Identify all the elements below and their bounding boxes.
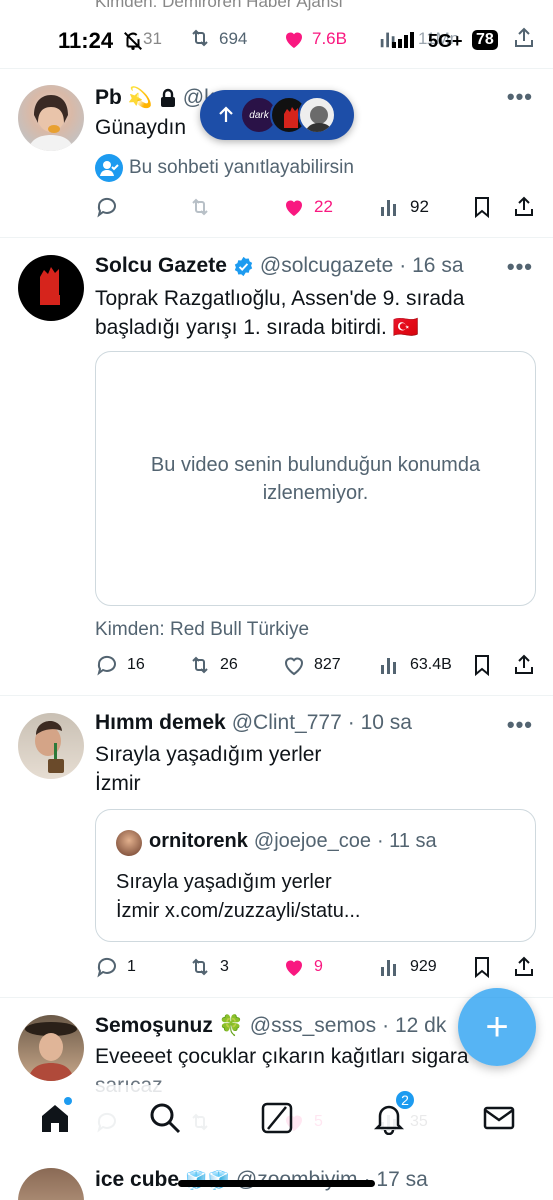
divider [0, 695, 553, 696]
bookmark-button[interactable] [470, 653, 494, 677]
views-button[interactable]: 929 [378, 955, 437, 979]
retweet-button[interactable] [188, 195, 212, 219]
like-count: 827 [314, 656, 341, 673]
quote-text-line-2: İzmir x.com/zuzzayli/statu... [116, 900, 361, 922]
new-post-avatar-3 [298, 96, 336, 134]
views-count: 92 [410, 197, 429, 216]
new-posts-pill[interactable]: dark [200, 90, 354, 140]
more-options-icon[interactable]: ••• [507, 84, 533, 110]
like-button[interactable]: 827 [282, 653, 341, 677]
author-handle[interactable]: @solcugazete [260, 254, 393, 278]
previous-like-count: 7.6B [312, 29, 347, 48]
home-indicator [178, 1180, 375, 1187]
quote-author-handle: @joejoe_coe [253, 830, 371, 852]
compose-plus-icon: + [485, 1004, 509, 1049]
views-count: 929 [410, 958, 437, 975]
tweet-text-line-1: Sırayla yaşadığım yerler [95, 743, 322, 766]
tweet-text: Günaydın [95, 116, 187, 139]
lock-icon [159, 88, 177, 108]
notifications-tab-icon[interactable]: 2 [372, 1089, 416, 1136]
verified-badge-icon [233, 256, 254, 277]
quote-avatar [116, 830, 142, 856]
views-button[interactable]: 63.4B [378, 653, 452, 677]
bookmark-button[interactable] [470, 195, 494, 219]
share-button[interactable] [512, 195, 536, 219]
name-emoji: 🍀 [218, 1015, 244, 1037]
author-name[interactable]: Hımm demek [95, 711, 226, 735]
reply-count: 1 [127, 958, 136, 975]
name-emoji: 💫 [127, 87, 153, 109]
previous-retweet-count: 694 [219, 29, 248, 48]
previous-retweet-icon[interactable] [188, 26, 212, 55]
avatar[interactable] [18, 1015, 84, 1081]
arrow-up-icon [218, 106, 234, 124]
avatar[interactable] [18, 713, 84, 779]
tweet-text-line-2: başladığı yarışı 1. sırada bitirdi. 🇹🇷 [95, 316, 419, 339]
reply-restriction-text: Bu sohbeti yanıtlayabilirsin [129, 157, 354, 178]
like-count: 22 [314, 197, 333, 216]
battery-indicator: 78 [472, 30, 498, 50]
silent-mode-icon [122, 30, 144, 52]
video-unavailable-text: Bu video senin bulunduğun konumda izlene… [150, 453, 481, 504]
avatar[interactable] [18, 1168, 84, 1200]
divider [0, 237, 553, 238]
author-name[interactable]: ice cube [95, 1168, 179, 1192]
divider [0, 68, 553, 69]
like-button[interactable]: 9 [282, 955, 323, 979]
author-name[interactable]: Semoşunuz [95, 1014, 213, 1038]
home-unread-dot [64, 1097, 72, 1105]
tweet-text-line-1: Eveeeet çocuklar çıkarın kağıtları sigar… [95, 1045, 469, 1068]
quoted-tweet[interactable]: ornitorenk @joejoe_coe · 11 sa Sırayla y… [95, 809, 536, 942]
retweet-button[interactable]: 3 [188, 955, 229, 979]
tweet-text-line-1: Toprak Razgatlıoğlu, Assen'de 9. sırada [95, 287, 465, 310]
previous-tweet-source: Kimden: Demiroren Haber Ajansi [95, 0, 343, 11]
previous-replies-count: 31 [143, 29, 162, 48]
status-time: 11:24 [58, 28, 114, 53]
like-button[interactable]: 22 [282, 195, 333, 219]
author-name[interactable]: Pb [95, 86, 122, 110]
reply-count: 16 [127, 656, 145, 673]
author-handle[interactable]: @sss_semos [250, 1014, 376, 1038]
quote-author-name: ornitorenk [149, 830, 248, 852]
messages-tab-icon[interactable] [482, 1101, 516, 1135]
previous-like-icon[interactable] [282, 27, 306, 56]
avatar-initials: SG [44, 305, 59, 316]
bookmark-button[interactable] [470, 955, 494, 979]
author-name[interactable]: Solcu Gazete [95, 254, 227, 278]
reply-button[interactable]: 16 [95, 653, 145, 677]
reply-button[interactable]: 1 [95, 955, 136, 979]
retweet-count: 3 [220, 958, 229, 975]
compose-fab[interactable]: + [458, 988, 536, 1066]
tweet-time[interactable]: · 10 sa [348, 711, 412, 735]
avatar[interactable] [18, 85, 84, 151]
reply-button[interactable] [95, 195, 119, 219]
like-count: 9 [314, 958, 323, 975]
views-count: 63.4B [410, 656, 452, 673]
author-handle[interactable]: @Clint_777 [232, 711, 342, 735]
notifications-badge: 2 [394, 1089, 416, 1111]
bottom-tab-bar: 2 [0, 1085, 553, 1155]
tweet-source[interactable]: Kimden: Red Bull Türkiye [95, 619, 309, 641]
more-options-icon[interactable]: ••• [507, 254, 533, 280]
network-type: 5G+ [428, 31, 463, 51]
previous-share-icon[interactable] [512, 26, 536, 55]
search-tab-icon[interactable] [148, 1101, 182, 1135]
tweet-time[interactable]: · 12 dk [382, 1014, 446, 1038]
video-unavailable-box[interactable]: Bu video senin bulunduğun konumda izlene… [95, 351, 536, 606]
views-button[interactable]: 92 [378, 195, 429, 219]
home-tab-icon[interactable] [38, 1097, 72, 1135]
quote-time: · 11 sa [376, 830, 437, 852]
share-button[interactable] [512, 653, 536, 677]
share-button[interactable] [512, 955, 536, 979]
retweet-button[interactable]: 26 [188, 653, 238, 677]
signal-icon [392, 32, 416, 53]
retweet-count: 26 [220, 656, 238, 673]
more-options-icon[interactable]: ••• [507, 712, 533, 738]
quote-text-line-1: Sırayla yaşadığım yerler [116, 871, 332, 893]
reply-restriction-icon [95, 154, 123, 182]
tweet-text-line-2: İzmir [95, 772, 141, 795]
avatar[interactable]: SG [18, 255, 84, 321]
tweet-time[interactable]: · 16 sa [399, 254, 463, 278]
grok-tab-icon[interactable] [260, 1101, 294, 1135]
